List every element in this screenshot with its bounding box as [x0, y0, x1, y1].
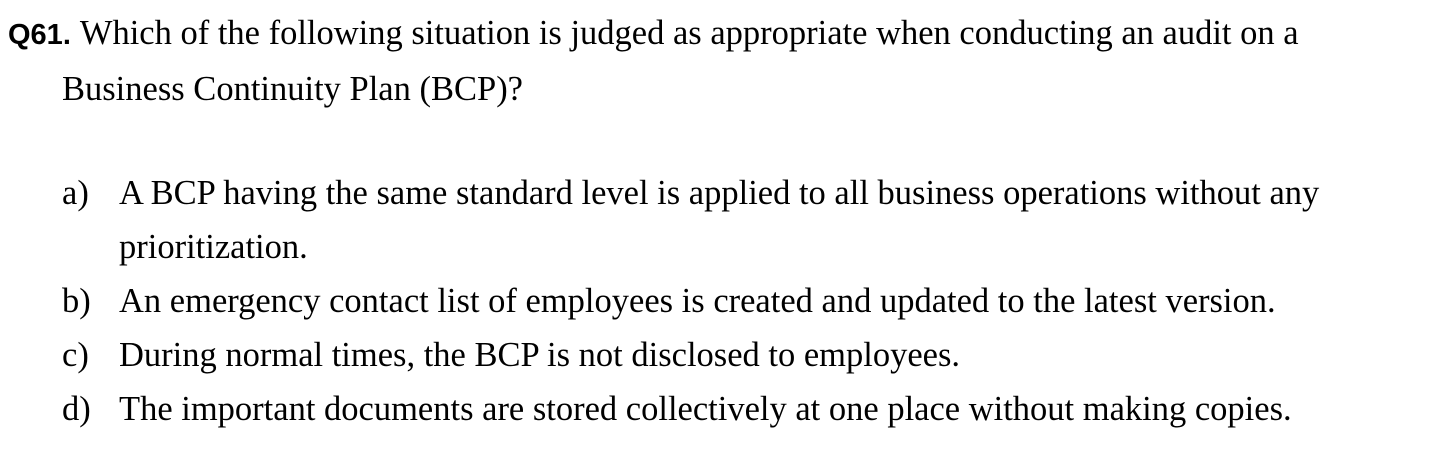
question-stem-line-2: Business Continuity Plan (BCP)?: [8, 62, 1428, 116]
question-text-line-1: Which of the following situation is judg…: [79, 14, 1299, 52]
option-letter: b): [62, 282, 91, 320]
option-text: A BCP having the same standard level is …: [119, 166, 1432, 274]
question-number: Q61.: [8, 19, 71, 51]
option-text: During normal times, the BCP is not disc…: [119, 336, 961, 374]
question-stem-line-1: Q61. Which of the following situation is …: [8, 6, 1428, 62]
option-text-line-2: prioritization.: [119, 228, 308, 266]
option-text: The important documents are stored colle…: [119, 390, 1292, 428]
option-letter: a): [62, 174, 89, 212]
option-d[interactable]: d) The important documents are stored co…: [62, 382, 1432, 436]
option-letter: c): [62, 336, 89, 374]
option-letter: d): [62, 390, 91, 428]
option-b[interactable]: b) An emergency contact list of employee…: [62, 274, 1432, 328]
option-a[interactable]: a) A BCP having the same standard level …: [62, 166, 1432, 274]
question-text-line-2: Business Continuity Plan (BCP)?: [62, 70, 523, 108]
option-text: An emergency contact list of employees i…: [119, 282, 1276, 320]
question-block: Q61. Which of the following situation is …: [8, 6, 1428, 116]
option-text-line-1: A BCP having the same standard level is …: [119, 174, 1320, 212]
answer-options: a) A BCP having the same standard level …: [62, 166, 1432, 436]
option-c[interactable]: c) During normal times, the BCP is not d…: [62, 328, 1432, 382]
